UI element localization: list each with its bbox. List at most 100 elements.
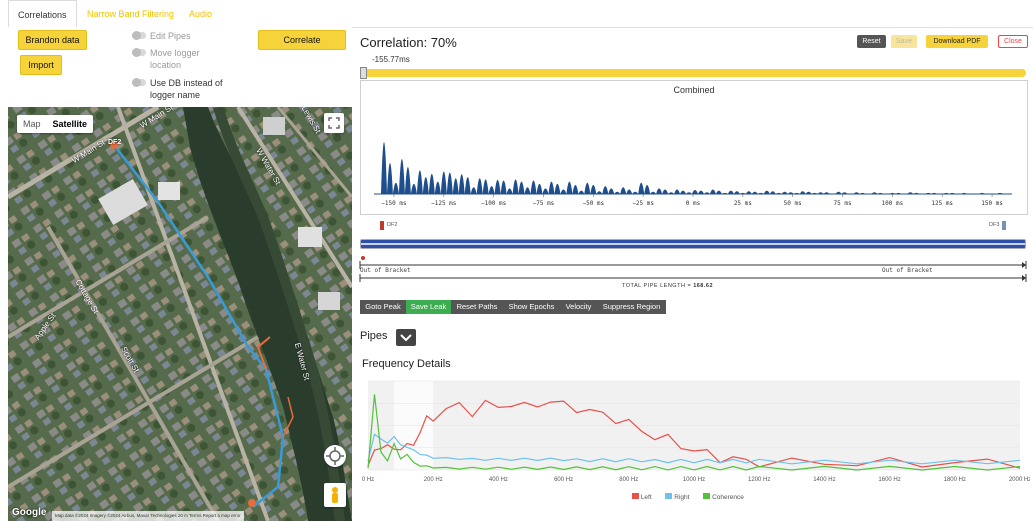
- edit-pipes-toggle[interactable]: [132, 31, 146, 40]
- combined-tick-label: 150 ms: [981, 200, 1003, 207]
- combined-peak: [692, 190, 698, 194]
- combined-peak: [392, 182, 399, 194]
- velocity-button[interactable]: Velocity: [560, 300, 597, 314]
- combined-peak: [494, 179, 501, 194]
- combined-peak: [404, 166, 411, 194]
- tab-correlations[interactable]: Correlations: [8, 0, 77, 28]
- combined-peak: [518, 181, 525, 194]
- combined-tick-label: 125 ms: [931, 200, 953, 207]
- combined-peak: [572, 185, 579, 194]
- combined-tick-label: −100 ms: [481, 200, 507, 207]
- correlation-panel: Correlation: 70% Reset Save Download PDF…: [352, 27, 1033, 521]
- goto-peak-button[interactable]: Goto Peak: [360, 300, 406, 314]
- combined-peak: [530, 180, 537, 194]
- offset-slider[interactable]: [360, 67, 1026, 79]
- chevron-down-icon: [400, 334, 412, 342]
- combined-tick-label: 75 ms: [834, 200, 852, 207]
- combined-peak: [560, 189, 567, 194]
- pipes-label: Pipes: [360, 330, 388, 342]
- left-marker-label: DF2: [387, 222, 398, 228]
- move-logger-label: Move logger location: [150, 48, 200, 70]
- combined-peak: [727, 190, 734, 194]
- freq-tick-label: 1400 Hz: [813, 477, 835, 483]
- combined-peak: [416, 170, 423, 194]
- freq-tick-label: 800 Hz: [619, 477, 638, 483]
- left-sensor-marker[interactable]: [380, 221, 384, 230]
- reset-paths-button[interactable]: Reset Paths: [451, 300, 503, 314]
- pipe-length-label: TOTAL PIPE LENGTH =: [622, 283, 694, 289]
- save-button[interactable]: Save: [891, 35, 917, 48]
- right-sensor-marker[interactable]: [1002, 221, 1006, 230]
- download-pdf-button[interactable]: Download PDF: [926, 35, 988, 48]
- combined-peak: [387, 163, 393, 194]
- combined-tick-label: 50 ms: [784, 200, 802, 207]
- show-epochs-button[interactable]: Show Epochs: [503, 300, 560, 314]
- combined-peak: [446, 172, 453, 194]
- combined-peak: [656, 188, 663, 194]
- left-panel: Brandon data Import Correlate Edit Pipes…: [0, 27, 352, 521]
- save-leak-button[interactable]: Save Leak: [406, 300, 451, 314]
- combined-peak: [476, 178, 483, 194]
- map-type-control: Map Satellite: [17, 115, 94, 133]
- combined-peak: [440, 171, 447, 194]
- import-button[interactable]: Import: [20, 55, 62, 75]
- use-db-label: Use DB instead of logger name: [150, 78, 223, 100]
- pipe-length-value: 168.62: [693, 283, 714, 289]
- correlation-title: Correlation: 70%: [360, 35, 457, 50]
- freq-tick-label: 2000 Hz: [1009, 477, 1030, 483]
- bracket-lines: [359, 256, 1027, 282]
- combined-peak: [590, 185, 597, 194]
- total-pipe-length: TOTAL PIPE LENGTH = 168.62: [622, 283, 713, 289]
- map-type-map[interactable]: Map: [17, 115, 47, 133]
- close-button[interactable]: Close: [998, 35, 1028, 48]
- combined-peak: [763, 190, 770, 194]
- combined-tick-label: −25 ms: [632, 200, 654, 207]
- google-logo: Google: [12, 507, 47, 518]
- out-of-bracket-right: Out of Bracket: [882, 267, 933, 274]
- use-db-toggle[interactable]: [132, 78, 146, 87]
- tab-narrow-band-filtering[interactable]: Narrow Band Filtering: [78, 0, 183, 26]
- combined-peak: [398, 159, 405, 194]
- combined-tick-label: −150 ms: [381, 200, 407, 207]
- combined-peak: [674, 189, 680, 194]
- satellite-map[interactable]: DF2 W Main St W Main St W Water St Lewis…: [8, 107, 352, 521]
- fullscreen-icon[interactable]: [324, 113, 344, 133]
- pipe-bar: [360, 239, 1026, 249]
- reset-button[interactable]: Reset: [857, 35, 886, 48]
- legend-left: Left: [640, 494, 652, 501]
- combined-tick-label: −125 ms: [431, 200, 457, 207]
- suppress-region-button[interactable]: Suppress Region: [597, 300, 666, 314]
- move-logger-toggle[interactable]: [132, 48, 146, 57]
- edit-pipes-label: Edit Pipes: [150, 31, 191, 41]
- combined-peak: [680, 190, 686, 194]
- tab-audio[interactable]: Audio: [180, 0, 221, 26]
- combined-peak: [428, 173, 435, 194]
- combined-peak: [584, 182, 591, 194]
- freq-tick-label: 1600 Hz: [878, 477, 900, 483]
- frequency-legend: Left Right Coherence: [632, 493, 744, 501]
- map-report-link[interactable]: Report a map error: [203, 513, 241, 518]
- legend-coherence: Coherence: [712, 494, 744, 501]
- freq-tick-label: 600 Hz: [554, 477, 573, 483]
- freq-tick-label: 1200 Hz: [748, 477, 770, 483]
- combined-peak: [698, 190, 704, 194]
- map-location-icon[interactable]: [324, 445, 346, 467]
- map-terms-link[interactable]: Terms: [189, 513, 201, 518]
- combined-chart: −150 ms −125 ms −100 ms −75 ms −50 ms −25 ms 0…: [374, 142, 1012, 207]
- combined-peak: [524, 187, 531, 194]
- freq-tick-label: 200 Hz: [424, 477, 443, 483]
- slider-handle[interactable]: [360, 67, 367, 79]
- combined-peak: [458, 174, 465, 194]
- brandon-data-button[interactable]: Brandon data: [18, 30, 87, 50]
- pipes-dropdown-button[interactable]: [396, 329, 416, 346]
- combined-peak: [709, 189, 716, 194]
- pipe-bar-highlight: [361, 243, 1025, 245]
- combined-peak: [608, 188, 615, 194]
- combined-peak: [434, 181, 441, 194]
- combined-peak: [452, 178, 459, 194]
- tab-bar: Correlations Narrow Band Filtering Audio: [0, 0, 1033, 28]
- map-type-satellite[interactable]: Satellite: [47, 115, 94, 133]
- pegman-icon[interactable]: [324, 483, 346, 507]
- correlate-button[interactable]: Correlate: [258, 30, 346, 50]
- combined-peak: [500, 180, 507, 194]
